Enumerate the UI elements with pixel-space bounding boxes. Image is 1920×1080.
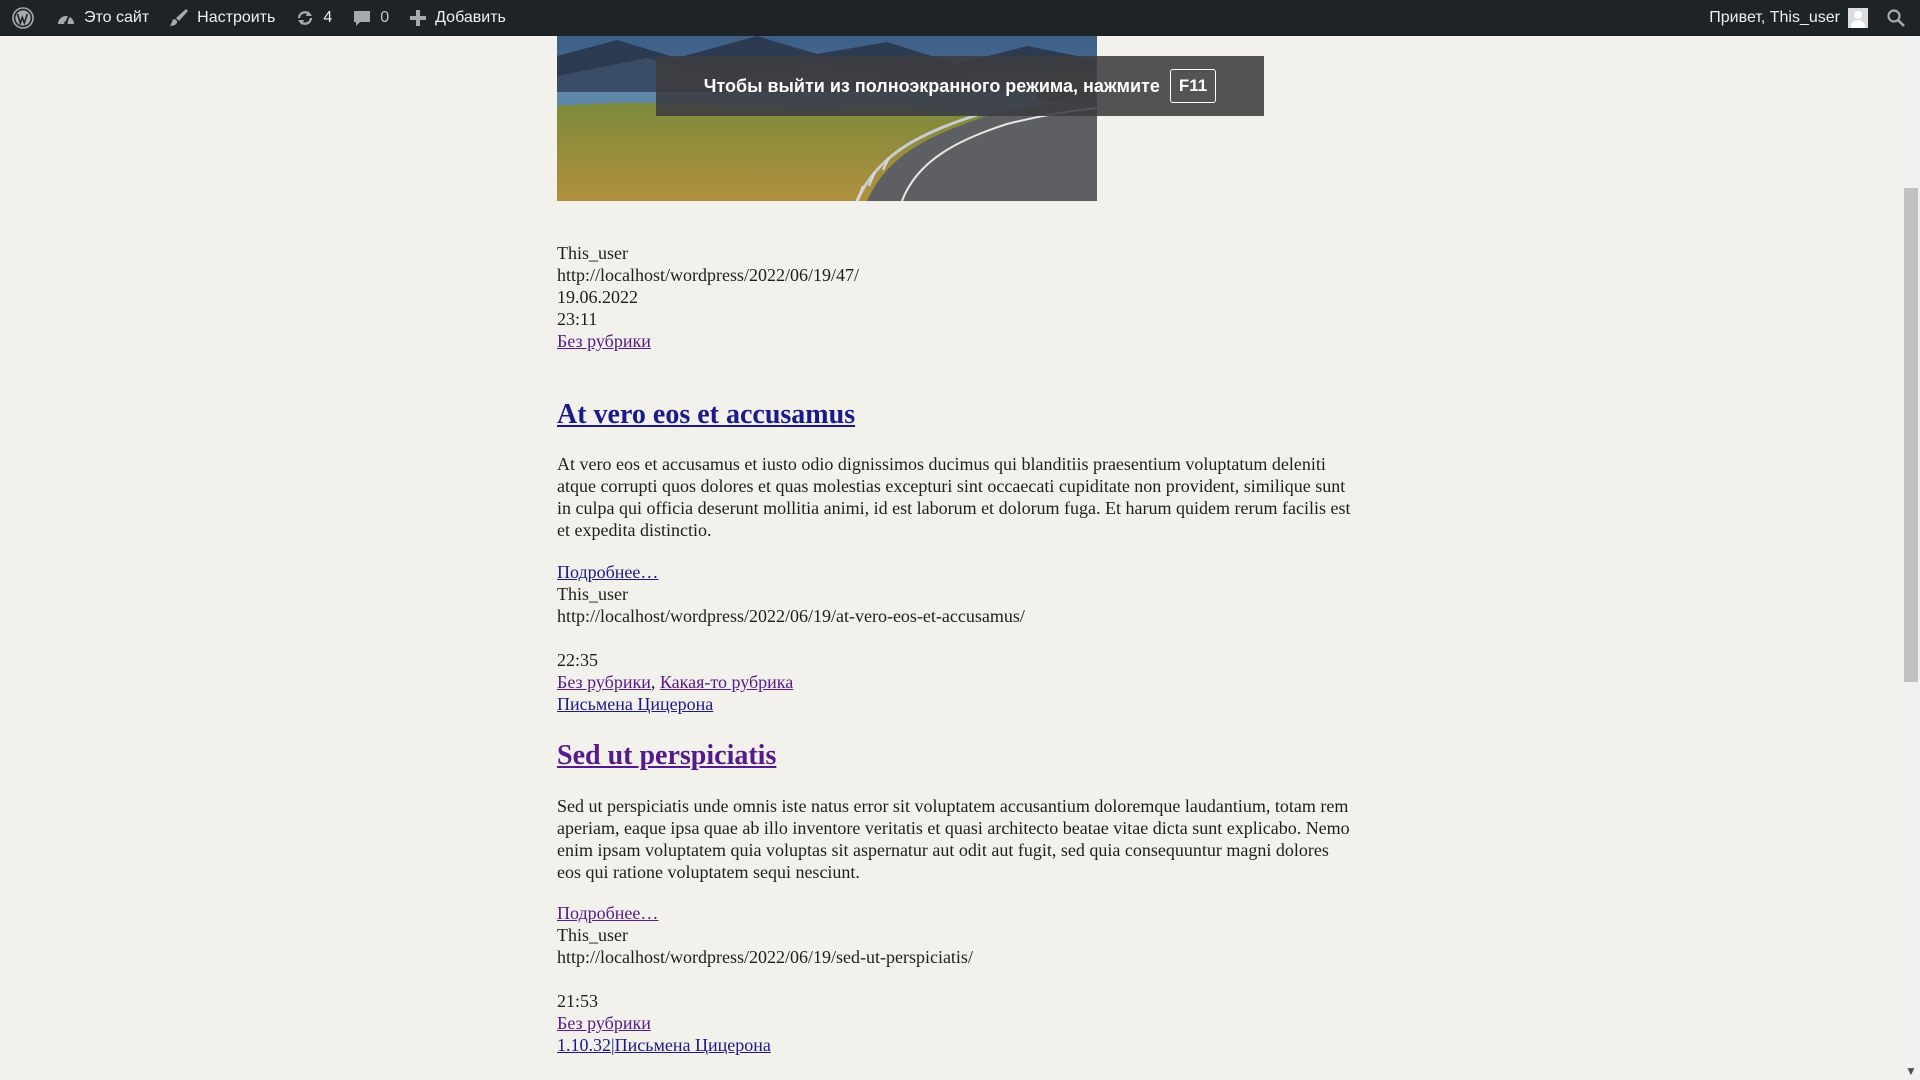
dashboard-icon <box>56 9 76 27</box>
f11-key-badge: F11 <box>1169 69 1217 103</box>
post-time: 23:11 <box>557 309 598 329</box>
post-title-link[interactable]: At vero eos et accusamus <box>557 399 855 430</box>
admin-bar-secondary: Привет, This_user <box>1699 0 1920 36</box>
customize-label: Настроить <box>197 9 276 26</box>
post-article: At vero eos et accusamus <box>557 398 1357 432</box>
search-icon <box>1886 8 1906 28</box>
category-link[interactable]: Какая-то рубрика <box>660 672 793 692</box>
post-title: Sed ut perspiciatis <box>557 739 1357 773</box>
page-scrollbar[interactable]: ▼ <box>1902 36 1920 1080</box>
post-meta: Подробнее… This_user http://localhost/wo… <box>557 561 1357 715</box>
site-menu-label: Это сайт <box>84 9 150 26</box>
post-url: http://localhost/wordpress/2022/06/19/se… <box>557 947 973 967</box>
wordpress-logo-button[interactable] <box>0 0 46 36</box>
updates-button[interactable]: 4 <box>285 0 342 36</box>
tag-link[interactable]: 1.10.32 <box>557 1035 611 1055</box>
add-new-button[interactable]: Добавить <box>399 0 516 36</box>
plus-icon <box>409 9 427 27</box>
post-url: http://localhost/wordpress/2022/06/19/at… <box>557 606 1025 626</box>
add-new-label: Добавить <box>435 9 506 26</box>
comments-button[interactable]: 0 <box>342 0 399 36</box>
post-author: This_user <box>557 584 628 604</box>
fullscreen-notice-text: Чтобы выйти из полноэкранного режима, на… <box>703 75 1160 96</box>
category-link[interactable]: Без рубрики <box>557 331 651 351</box>
comments-count: 0 <box>380 9 390 26</box>
post-date-empty <box>557 968 1357 990</box>
updates-count: 4 <box>323 9 333 26</box>
category-link[interactable]: Без рубрики <box>557 1013 651 1033</box>
post-categories: Без рубрики, Какая-то рубрика <box>557 671 1357 693</box>
post-excerpt-block: Sed ut perspiciatis unde omnis iste natu… <box>557 795 1357 883</box>
admin-bar: Это сайт Настроить 4 0 Добавить Привет, … <box>0 0 1920 36</box>
scroll-down-arrow-icon[interactable]: ▼ <box>1902 1062 1920 1080</box>
post-time: 22:35 <box>557 650 599 670</box>
brush-icon <box>169 8 189 28</box>
category-link[interactable]: Без рубрики <box>557 672 651 692</box>
post-excerpt: At vero eos et accusamus et iusto odio d… <box>557 454 1351 540</box>
post-time: 21:53 <box>557 991 599 1011</box>
read-more-link[interactable]: Подробнее… <box>557 562 658 582</box>
post-author: This_user <box>557 243 628 263</box>
avatar <box>1848 8 1868 28</box>
post-tags: 1.10.32|Письмена Цицерона <box>557 1034 1357 1056</box>
tag-link[interactable]: Письмена Цицерона <box>557 694 713 714</box>
updates-icon <box>295 8 315 28</box>
post-date: 19.06.2022 <box>557 287 638 307</box>
post-author: This_user <box>557 925 628 945</box>
post-title: At vero eos et accusamus <box>557 398 1357 432</box>
comment-icon <box>352 8 372 28</box>
post-excerpt: Sed ut perspiciatis unde omnis iste natu… <box>557 796 1350 882</box>
wordpress-icon <box>12 7 34 29</box>
search-button[interactable] <box>1882 0 1920 36</box>
user-greeting: Привет, This_user <box>1709 9 1840 26</box>
post-meta: Подробнее… This_user http://localhost/wo… <box>557 902 1357 1056</box>
tag-link[interactable]: Письмена Цицерона <box>615 1035 771 1055</box>
category-separator: , <box>650 672 656 692</box>
post-date-empty <box>557 627 1357 649</box>
post-meta-top: This_user http://localhost/wordpress/202… <box>557 242 1357 352</box>
post-title-link[interactable]: Sed ut perspiciatis <box>557 740 776 771</box>
post-excerpt-block: At vero eos et accusamus et iusto odio d… <box>557 453 1357 541</box>
post-url: http://localhost/wordpress/2022/06/19/47… <box>557 265 859 285</box>
post-article: Sed ut perspiciatis <box>557 739 1357 773</box>
read-more-link[interactable]: Подробнее… <box>557 903 658 923</box>
site-menu-button[interactable]: Это сайт <box>46 0 159 36</box>
fullscreen-exit-notice: Чтобы выйти из полноэкранного режима, на… <box>656 56 1264 116</box>
customize-button[interactable]: Настроить <box>159 0 285 36</box>
user-account-menu[interactable]: Привет, This_user <box>1699 0 1882 36</box>
scrollbar-thumb[interactable] <box>1904 188 1918 682</box>
